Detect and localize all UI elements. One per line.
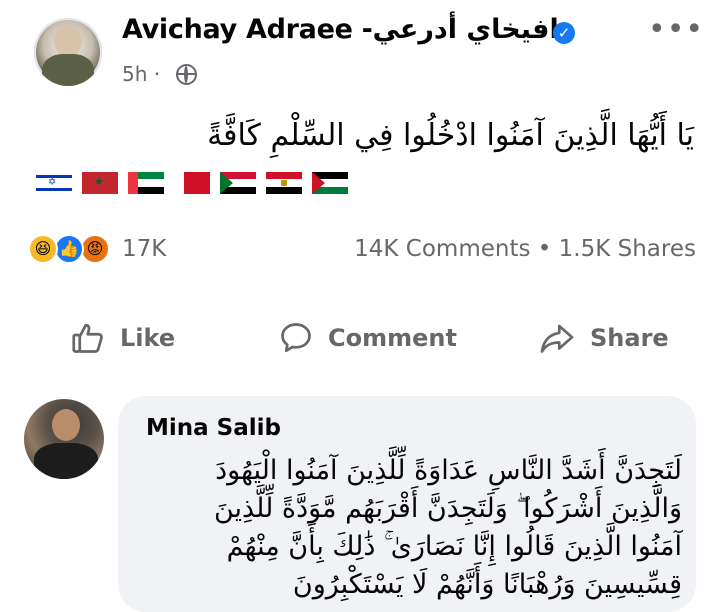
comment-bubble-icon: [281, 323, 311, 353]
comment-line: آمَنُوا الَّذِينَ قَالُوا إِنَّا نَصَارَ…: [226, 531, 682, 562]
avatar-body: [42, 54, 94, 86]
author-name[interactable]: Avichay Adraee -افيخاي أدرعي: [122, 14, 559, 45]
comments-shares-stats[interactable]: 14K Comments • 1.5K Shares: [354, 236, 696, 262]
sudan-flag: [220, 172, 256, 194]
commenter-name[interactable]: Mina Salib: [146, 415, 281, 441]
comment-line: لَتَجِدَنَّ أَشَدَّ النَّاسِ عَدَاوَةً ل…: [215, 455, 682, 486]
share-label: Share: [590, 324, 669, 352]
share-button[interactable]: Share: [538, 318, 669, 358]
post-text: يَا أَيُّهَا الَّذِينَ آمَنُوا ادْخُلُوا…: [207, 118, 694, 153]
like-reaction-icon[interactable]: 👍: [54, 234, 84, 264]
verified-badge-icon: ✓: [553, 22, 575, 44]
haha-reaction-icon[interactable]: 😆: [28, 234, 58, 264]
palestine-flag: [312, 172, 348, 194]
like-button[interactable]: Like: [70, 318, 175, 358]
reaction-count[interactable]: 17K: [122, 236, 166, 262]
angry-reaction-icon[interactable]: 😡: [80, 234, 110, 264]
comment-line: وَالَّذِينَ أَشْرَكُوا ۖ وَلَتَجِدَنَّ أ…: [213, 493, 682, 524]
comment-label: Comment: [328, 324, 457, 352]
comment-button[interactable]: Comment: [278, 318, 457, 358]
comment-text: لَتَجِدَنَّ أَشَدَّ النَّاسِ عَدَاوَةً ل…: [142, 452, 682, 604]
globe-icon: [176, 64, 197, 85]
morocco-flag: ★: [82, 172, 118, 194]
avatar-head: [52, 409, 80, 441]
post-timestamp[interactable]: 5h ·: [122, 62, 160, 86]
avatar-body: [34, 443, 98, 479]
share-arrow-icon: [540, 324, 574, 353]
like-label: Like: [120, 324, 176, 352]
comment-line: قِسِّيسِينَ وَرُهْبَانًا وَأَنَّهُمْ لَا…: [292, 569, 682, 600]
commenter-avatar[interactable]: [24, 399, 104, 479]
egypt-flag: [266, 172, 302, 194]
thumbs-up-icon: [72, 323, 103, 353]
israel-flag: ✡: [36, 172, 72, 194]
bahrain-flag: [174, 172, 210, 194]
author-avatar[interactable]: [34, 18, 102, 86]
more-options-icon[interactable]: •••: [648, 12, 704, 47]
avatar-head: [54, 26, 82, 56]
uae-flag: [128, 172, 164, 194]
